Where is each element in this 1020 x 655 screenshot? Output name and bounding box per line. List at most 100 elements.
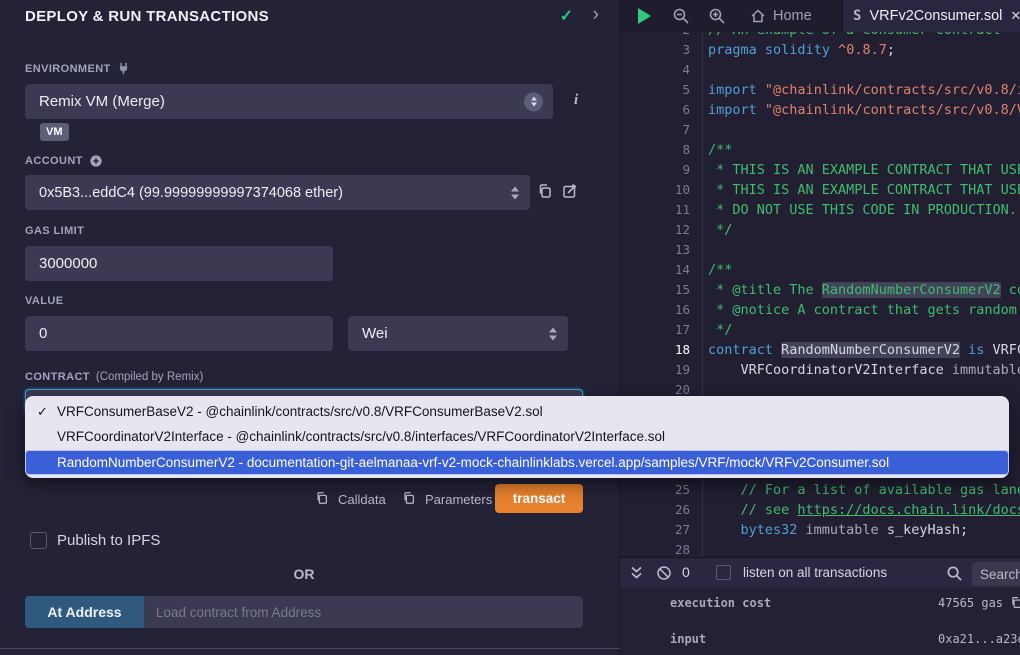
code-token: [757, 42, 765, 58]
code-line[interactable]: /**: [708, 140, 1020, 160]
code-editor[interactable]: 2345678910111213141516171819202122232425…: [620, 32, 1020, 557]
terminal-row: execution cost47565 gas: [620, 596, 1020, 612]
code-line[interactable]: import "@chainlink/contracts/src/v0.8/VR…: [708, 100, 1020, 120]
copy-value-icon[interactable]: [1010, 596, 1020, 609]
collapse-terminal-icon[interactable]: [629, 565, 644, 581]
code-line[interactable]: [708, 120, 1020, 140]
copy-calldata-icon[interactable]: [315, 491, 329, 505]
code-token: [757, 82, 765, 98]
line-number: 5: [620, 80, 702, 100]
run-script-icon[interactable]: [638, 8, 651, 24]
code-token: s_keyHash;: [887, 522, 968, 538]
copy-parameters-icon[interactable]: [402, 491, 416, 505]
code-line[interactable]: [708, 60, 1020, 80]
gas-limit-label: GAS LIMIT: [25, 225, 84, 237]
info-icon[interactable]: i: [574, 92, 578, 109]
code-line[interactable]: */: [708, 320, 1020, 340]
code-line[interactable]: * THIS IS AN EXAMPLE CONTRACT THAT USES: [708, 160, 1020, 180]
account-select[interactable]: 0x5B3...eddC4 (99.99999999997374068 ethe…: [25, 175, 530, 210]
solidity-file-icon: S: [853, 8, 861, 24]
transact-button[interactable]: transact: [495, 484, 583, 513]
code-line[interactable]: [708, 540, 1020, 557]
calldata-label[interactable]: Calldata: [338, 492, 386, 507]
environment-value: Remix VM (Merge): [39, 93, 165, 110]
contract-option-label: RandomNumberConsumerV2 - documentation-g…: [57, 450, 889, 475]
contract-option-label: VRFConsumerBaseV2 - @chainlink/contracts…: [57, 404, 543, 419]
code-line[interactable]: */: [708, 220, 1020, 240]
zoom-in-icon[interactable]: [708, 7, 726, 25]
active-tab-label: VRFv2Consumer.sol: [869, 8, 1002, 24]
code-line[interactable]: // An example of a consumer contract: [708, 32, 1020, 40]
code-line[interactable]: contract RandomNumberConsumerV2 is VRFCo…: [708, 340, 1020, 360]
pending-tx-count: 0: [682, 564, 690, 580]
environment-select[interactable]: Remix VM (Merge): [25, 84, 553, 119]
code-line[interactable]: [708, 240, 1020, 260]
select-caret-icon: [511, 186, 519, 199]
publish-ipfs-checkbox[interactable]: [30, 532, 47, 549]
tab-home[interactable]: Home: [738, 0, 824, 32]
close-tab-icon[interactable]: ✕: [1010, 8, 1020, 24]
terminal-row: input0xa21...a23e4: [620, 632, 1020, 648]
line-number: 25: [620, 480, 702, 500]
code-token: */: [708, 322, 732, 338]
vm-badge: VM: [40, 123, 69, 141]
code-line[interactable]: import "@chainlink/contracts/src/v0.8/in…: [708, 80, 1020, 100]
publish-ipfs-label: Publish to IPFS: [57, 532, 160, 549]
code-line[interactable]: // For a list of available gas lanes on: [708, 480, 1020, 500]
copy-account-icon[interactable]: [537, 183, 553, 199]
code-line[interactable]: pragma solidity ^0.8.7;: [708, 40, 1020, 60]
value-input[interactable]: 0: [25, 316, 333, 351]
code-token: https://docs.chain.link/docs/: [797, 502, 1020, 518]
code-token: import: [708, 102, 757, 118]
line-number: 19: [620, 360, 702, 380]
contract-option[interactable]: VRFCoordinatorV2Interface - @chainlink/c…: [25, 424, 1009, 449]
at-address-button[interactable]: At Address: [25, 596, 144, 628]
line-number: 28: [620, 540, 702, 557]
terminal-search-input[interactable]: [972, 562, 1020, 586]
terminal-row-value: 0xa21...a23e4: [938, 632, 1020, 646]
code-token: RandomNumberConsumerV2: [781, 342, 960, 358]
tab-active-file[interactable]: S VRFv2Consumer.sol ✕: [842, 0, 1020, 32]
code-token: contract: [708, 342, 773, 358]
code-line[interactable]: bytes32 immutable s_keyHash;: [708, 520, 1020, 540]
parameters-label[interactable]: Parameters: [425, 492, 492, 507]
code-line[interactable]: * DO NOT USE THIS CODE IN PRODUCTION.: [708, 200, 1020, 220]
line-number: 11: [620, 200, 702, 220]
code-token: "@chainlink/contracts/src/v0.8/inte: [765, 82, 1020, 98]
code-line[interactable]: * THIS IS AN EXAMPLE CONTRACT THAT USES: [708, 180, 1020, 200]
account-value: 0x5B3...eddC4 (99.99999999997374068 ethe…: [39, 185, 343, 201]
zoom-out-icon[interactable]: [672, 7, 690, 25]
code-token: [773, 342, 781, 358]
clear-console-icon[interactable]: [656, 565, 672, 581]
contract-option[interactable]: RandomNumberConsumerV2 - documentation-g…: [25, 450, 1009, 475]
code-token: immutable: [797, 522, 886, 538]
home-tab-label: Home: [773, 8, 812, 24]
code-token: // see: [708, 502, 797, 518]
code-token: VRFCoordinatorV2Interface: [708, 362, 944, 378]
code-token: is: [968, 342, 984, 358]
listen-all-checkbox[interactable]: [716, 565, 731, 580]
code-line[interactable]: // see https://docs.chain.link/docs/: [708, 500, 1020, 520]
deploy-run-panel: DEPLOY & RUN TRANSACTIONS ✓ › ENVIRONMEN…: [0, 0, 620, 655]
editor-tabbar: Home S VRFv2Consumer.sol ✕: [620, 0, 1020, 32]
success-check-icon: ✓: [560, 6, 573, 26]
plus-circle-icon[interactable]: [89, 154, 103, 168]
code-token: VRFConsumerBaseV2: [984, 342, 1020, 358]
home-icon: [750, 8, 766, 24]
code-line[interactable]: * @title The RandomNumberConsumerV2 cont…: [708, 280, 1020, 300]
code-token: ;: [887, 42, 895, 58]
code-token: * THIS IS AN EXAMPLE CONTRACT THAT USES: [708, 182, 1020, 198]
select-caret-icon: [524, 92, 543, 111]
edit-account-icon[interactable]: [562, 183, 578, 199]
code-line[interactable]: * @notice A contract that gets random va…: [708, 300, 1020, 320]
gas-limit-input[interactable]: 3000000: [25, 246, 333, 281]
contract-option[interactable]: ✓VRFConsumerBaseV2 - @chainlink/contract…: [25, 399, 1009, 424]
code-token: RandomNumberConsumerV2: [822, 282, 1001, 298]
value-unit-select[interactable]: Wei: [348, 316, 568, 351]
code-line[interactable]: /**: [708, 260, 1020, 280]
at-address-input[interactable]: [144, 596, 583, 628]
line-number: 14: [620, 260, 702, 280]
terminal-output[interactable]: execution cost47565 gas input0xa21...a23e…: [620, 588, 1020, 655]
chevron-right-icon[interactable]: ›: [593, 4, 599, 26]
code-line[interactable]: VRFCoordinatorV2Interface immutable: [708, 360, 1020, 380]
